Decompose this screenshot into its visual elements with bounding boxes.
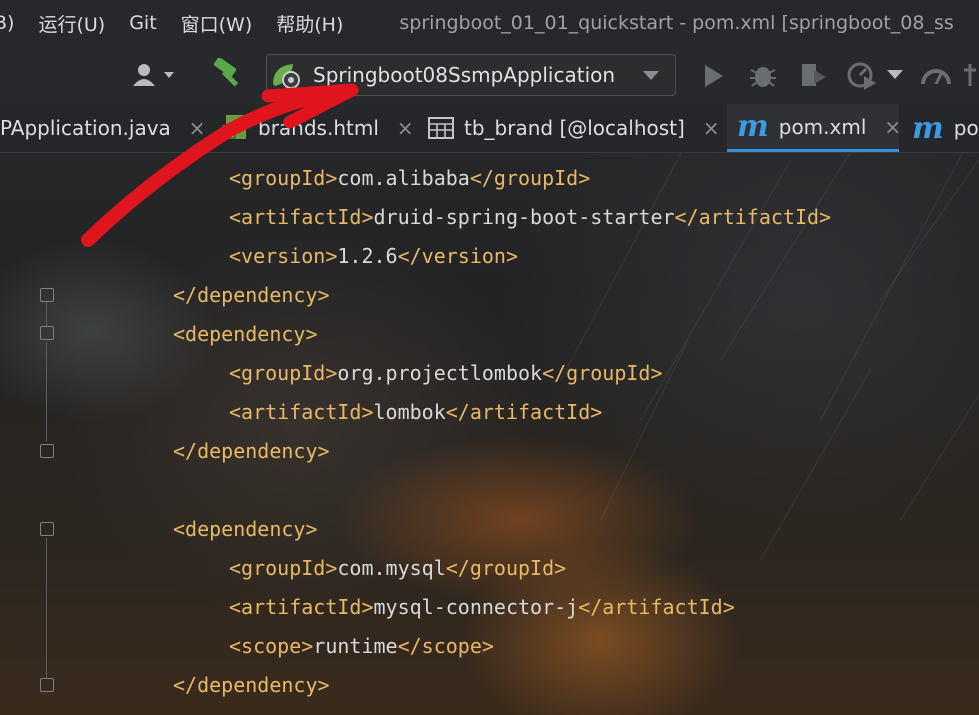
annotation-arrow — [81, 83, 359, 247]
